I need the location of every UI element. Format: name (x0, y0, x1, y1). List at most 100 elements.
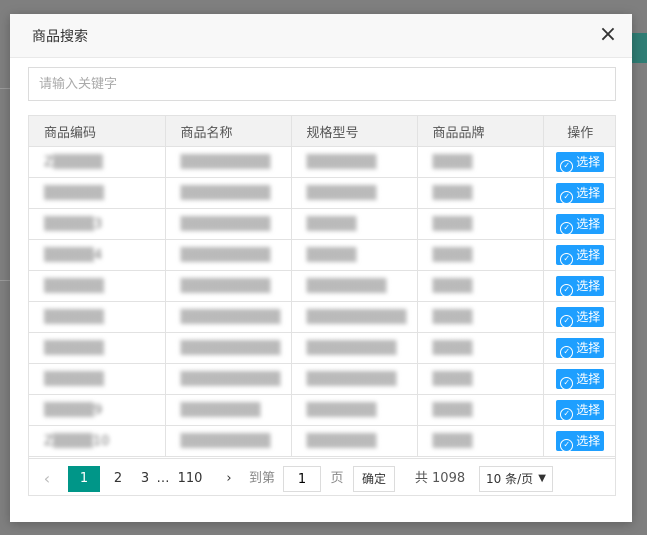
cell-brand: ▒▒▒▒ (417, 301, 544, 333)
cell-action: ✓ 选择 (543, 270, 615, 302)
table-row: ▒▒▒▒▒▒ ▒▒▒▒▒▒▒▒▒▒ ▒▒▒▒▒▒▒▒▒▒ ▒▒▒▒ ✓ 选择 (29, 301, 615, 333)
per-page-select[interactable]: 10 条/页 ▼ (479, 466, 553, 492)
cell-code-text: ▒▒▒▒▒▒ (44, 371, 104, 387)
cell-code: ▒▒▒▒▒▒ (29, 301, 166, 333)
pagination: ‹ 1 2 3 … 110 › 到第 页 确定 共 1098 条 10 条/页 … (29, 458, 615, 495)
cell-spec-text: ▒▒▒▒▒▒▒▒▒ (306, 340, 397, 356)
check-circle-icon: ✓ (560, 191, 574, 204)
select-button-label: 选择 (576, 310, 601, 324)
table-row: ▒▒▒▒▒▒ ▒▒▒▒▒▒▒▒▒ ▒▒▒▒▒▒▒ ▒▒▒▒ ✓ 选择 (29, 177, 615, 209)
cell-name: ▒▒▒▒▒▒▒▒▒ (165, 146, 292, 178)
check-circle-icon: ✓ (560, 377, 574, 390)
cell-spec: ▒▒▒▒▒▒▒▒▒▒ (291, 301, 418, 333)
next-page-button[interactable]: › (219, 466, 239, 492)
cell-action: ✓ 选择 (543, 425, 615, 457)
goto-confirm-button[interactable]: 确定 (353, 466, 396, 492)
cell-name-text: ▒▒▒▒▒▒▒▒▒ (180, 247, 271, 263)
cell-action: ✓ 选择 (543, 177, 615, 209)
cell-name: ▒▒▒▒▒▒▒▒▒ (165, 208, 292, 240)
table-row: ▒▒▒▒▒▒ ▒▒▒▒▒▒▒▒▒▒ ▒▒▒▒▒▒▒▒▒ ▒▒▒▒ ✓ 选择 (29, 332, 615, 364)
cell-code-text: Z▒▒▒▒▒ (44, 154, 103, 170)
cell-spec: ▒▒▒▒▒▒▒ (291, 394, 418, 426)
cell-spec: ▒▒▒▒▒ (291, 239, 418, 271)
select-button-label: 选择 (576, 434, 601, 448)
column-header-name: 商品名称 (165, 116, 292, 147)
per-page-value: 10 条/页 (486, 472, 534, 486)
select-button[interactable]: ✓ 选择 (556, 307, 605, 328)
page-button-3[interactable]: 3 (135, 466, 155, 492)
cell-brand-text: ▒▒▒▒ (432, 216, 473, 232)
column-header-code: 商品编码 (29, 116, 166, 147)
select-button[interactable]: ✓ 选择 (556, 338, 605, 359)
column-header-brand: 商品品牌 (417, 116, 544, 147)
select-button[interactable]: ✓ 选择 (556, 369, 605, 390)
cell-brand-text: ▒▒▒▒ (432, 154, 473, 170)
select-button[interactable]: ✓ 选择 (556, 214, 605, 235)
cell-name-text: ▒▒▒▒▒▒▒▒▒ (180, 278, 271, 294)
cell-brand-text: ▒▒▒▒ (432, 185, 473, 201)
goto-page-input[interactable] (283, 466, 321, 492)
cell-name-text: ▒▒▒▒▒▒▒▒▒ (180, 433, 271, 449)
select-button[interactable]: ✓ 选择 (556, 245, 605, 266)
table-row: ▒▒▒▒▒3 ▒▒▒▒▒▒▒▒▒ ▒▒▒▒▒ ▒▒▒▒ ✓ 选择 (29, 208, 615, 240)
cell-code: Z▒▒▒▒10 (29, 425, 166, 457)
select-button[interactable]: ✓ 选择 (556, 276, 605, 297)
cell-code: ▒▒▒▒▒4 (29, 239, 166, 271)
cell-brand-text: ▒▒▒▒ (432, 247, 473, 263)
cell-brand-text: ▒▒▒▒ (432, 340, 473, 356)
table-row: ▒▒▒▒▒4 ▒▒▒▒▒▒▒▒▒ ▒▒▒▒▒ ▒▒▒▒ ✓ 选择 (29, 239, 615, 271)
modal-header: 商品搜索 × (10, 14, 632, 58)
cell-spec-text: ▒▒▒▒▒▒▒ (306, 402, 377, 418)
cell-name: ▒▒▒▒▒▒▒▒▒▒ (165, 332, 292, 364)
cell-name: ▒▒▒▒▒▒▒▒▒ (165, 270, 292, 302)
page-button-2[interactable]: 2 (107, 466, 129, 492)
cell-code: ▒▒▒▒▒▒ (29, 363, 166, 395)
product-table: 商品编码 商品名称 规格型号 商品品牌 操作 Z▒▒▒▒▒ ▒▒▒▒▒▒▒▒▒ ▒▒… (28, 115, 616, 496)
table-row: ▒▒▒▒▒▒ ▒▒▒▒▒▒▒▒▒▒ ▒▒▒▒▒▒▒▒▒ ▒▒▒▒ ✓ 选择 (29, 363, 615, 395)
cell-spec: ▒▒▒▒▒▒▒▒▒ (291, 363, 418, 395)
cell-brand: ▒▒▒▒ (417, 394, 544, 426)
cell-name-text: ▒▒▒▒▒▒▒▒▒ (180, 216, 271, 232)
page-button-last[interactable]: 110 (175, 466, 205, 492)
cell-spec-text: ▒▒▒▒▒▒▒ (306, 154, 377, 170)
cell-name: ▒▒▒▒▒▒▒▒▒ (165, 177, 292, 209)
cell-code-text: ▒▒▒▒▒▒ (44, 309, 104, 325)
check-circle-icon: ✓ (560, 315, 574, 328)
cell-action: ✓ 选择 (543, 239, 615, 271)
cell-code-text: ▒▒▒▒▒▒ (44, 340, 104, 356)
modal-title: 商品搜索 (32, 29, 88, 45)
cell-name-text: ▒▒▒▒▒▒▒▒▒▒ (180, 371, 281, 387)
check-circle-icon: ✓ (560, 408, 574, 421)
check-circle-icon: ✓ (560, 439, 574, 452)
cell-spec-text: ▒▒▒▒▒▒▒▒▒▒ (306, 309, 407, 325)
cell-code: ▒▒▒▒▒3 (29, 208, 166, 240)
cell-name-text: ▒▒▒▒▒▒▒▒▒▒ (180, 309, 281, 325)
cell-brand: ▒▒▒▒ (417, 146, 544, 178)
cell-action: ✓ 选择 (543, 301, 615, 333)
cell-spec: ▒▒▒▒▒▒▒▒▒ (291, 332, 418, 364)
select-button-label: 选择 (576, 341, 601, 355)
goto-label: 到第 (248, 471, 275, 486)
cell-name-text: ▒▒▒▒▒▒▒▒▒▒ (180, 340, 281, 356)
cell-name: ▒▒▒▒▒▒▒▒▒▒ (165, 301, 292, 333)
prev-page-button[interactable]: ‹ (37, 466, 57, 492)
page-ellipsis: … (156, 471, 170, 486)
cell-code: ▒▒▒▒▒▒ (29, 177, 166, 209)
cell-spec-text: ▒▒▒▒▒▒▒▒ (306, 278, 387, 294)
cell-spec: ▒▒▒▒▒▒▒ (291, 425, 418, 457)
cell-name: ▒▒▒▒▒▒▒▒▒ (165, 425, 292, 457)
select-button[interactable]: ✓ 选择 (556, 431, 605, 452)
page-button-1[interactable]: 1 (68, 466, 100, 492)
cell-name: ▒▒▒▒▒▒▒▒▒▒ (165, 363, 292, 395)
keyword-search-input[interactable] (28, 67, 616, 101)
cell-code-text: ▒▒▒▒▒▒ (44, 278, 104, 294)
cell-brand-text: ▒▒▒▒ (432, 402, 473, 418)
select-button[interactable]: ✓ 选择 (556, 152, 605, 173)
check-circle-icon: ✓ (560, 253, 574, 266)
check-circle-icon: ✓ (560, 284, 574, 297)
close-icon[interactable]: × (598, 24, 618, 46)
select-button[interactable]: ✓ 选择 (556, 400, 605, 421)
cell-code-text: ▒▒▒▒▒▒ (44, 185, 104, 201)
select-button[interactable]: ✓ 选择 (556, 183, 605, 204)
cell-spec: ▒▒▒▒▒ (291, 208, 418, 240)
